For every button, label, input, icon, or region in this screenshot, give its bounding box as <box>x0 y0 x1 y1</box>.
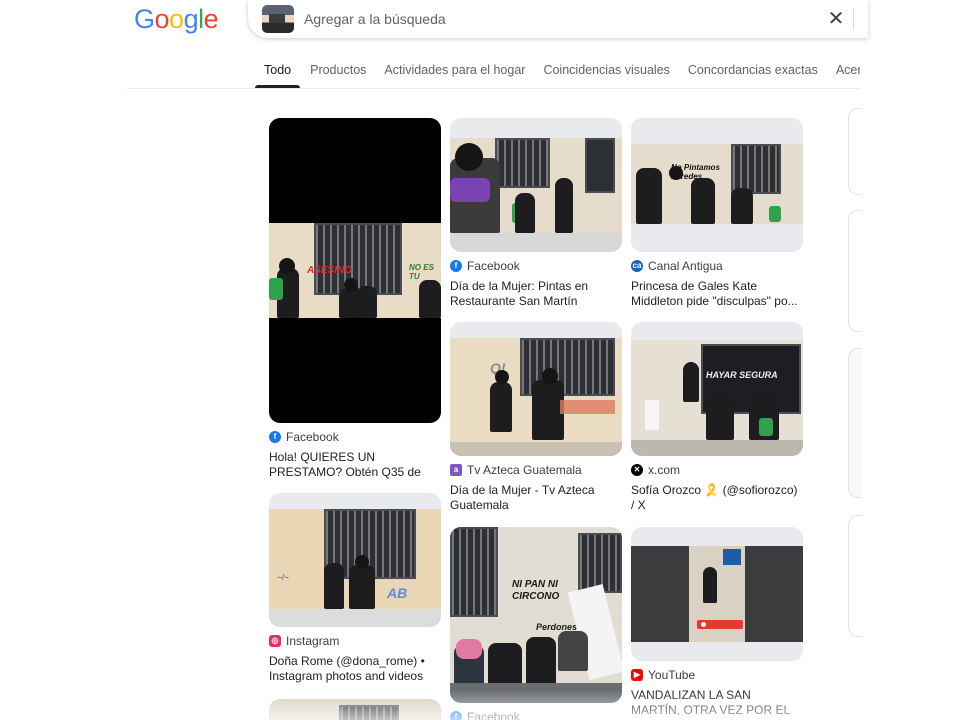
result-card[interactable]: NI PAN NI CIRCONO Perdones f Facebook <box>450 527 622 720</box>
result-image[interactable]: Q! <box>450 322 622 456</box>
result-card[interactable]: HAYAR SEGURA ✕ x.com Sofía Orozco 🎗️ (@s… <box>631 322 803 513</box>
tv-azteca-icon: a <box>450 464 462 476</box>
facebook-icon: f <box>450 711 462 720</box>
source-name: Facebook <box>467 259 520 273</box>
tab-acerca[interactable]: Acerca d <box>836 56 860 88</box>
canal-antigua-icon: ca <box>631 260 643 272</box>
result-source[interactable]: ca Canal Antigua <box>631 259 803 273</box>
result-image[interactable]: ASESINO NO ES TU <box>269 118 441 423</box>
graffiti-mark: ~/~ <box>277 573 289 582</box>
logo-letter: o <box>169 4 184 34</box>
tab-actividades[interactable]: Actividades para el hogar <box>384 56 525 88</box>
side-panel-card[interactable] <box>848 210 862 332</box>
logo-letter: g <box>183 4 199 34</box>
result-source[interactable]: ✕ x.com <box>631 463 803 477</box>
result-card[interactable] <box>269 699 441 720</box>
result-image[interactable]: HAYAR SEGURA <box>631 322 803 456</box>
source-name: Instagram <box>286 634 340 648</box>
close-icon[interactable]: ✕ <box>826 9 846 29</box>
logo-letter: G <box>134 4 155 34</box>
result-image[interactable] <box>450 118 622 252</box>
search-input[interactable] <box>304 11 784 27</box>
tab-todo[interactable]: Todo <box>255 56 301 88</box>
source-name: Tv Azteca Guatemala <box>467 463 582 477</box>
graffiti-text: NO ES TU <box>409 263 434 281</box>
source-name: Canal Antigua <box>648 259 723 273</box>
result-source[interactable]: f Facebook <box>450 710 622 720</box>
result-card[interactable]: No Pintamos Paredes ca Canal Antigua Pri… <box>631 118 803 309</box>
graffiti-text: ASESINO <box>307 265 353 276</box>
result-image[interactable] <box>631 527 803 661</box>
result-source[interactable]: f Facebook <box>269 430 441 444</box>
graffiti-text: AB <box>387 585 408 601</box>
result-title[interactable]: Doña Rome (@dona_rome) • Instagram photo… <box>269 654 441 684</box>
tab-coincidencias-visuales[interactable]: Coincidencias visuales <box>543 56 669 88</box>
tab-productos[interactable]: Productos <box>310 56 366 88</box>
youtube-icon: ▶ <box>631 669 643 681</box>
result-title[interactable]: Hola! QUIERES UN PRESTAMO? Obtén Q35 de … <box>269 450 441 480</box>
result-title[interactable]: Día de la Mujer - Tv Azteca Guatemala <box>450 483 622 513</box>
side-panel-card[interactable] <box>848 108 862 195</box>
graffiti-text: HAYAR SEGURA <box>706 370 778 380</box>
result-card[interactable]: ASESINO NO ES TU f Facebook Hola! QUIERE… <box>269 118 441 480</box>
result-title[interactable]: Princesa de Gales Kate Middleton pide "d… <box>631 279 803 309</box>
result-source[interactable]: ◎ Instagram <box>269 634 441 648</box>
result-image[interactable]: AB ~/~ <box>269 493 441 627</box>
result-title[interactable]: VANDALIZAN LA SAN MARTÍN, OTRA VEZ POR E… <box>631 688 803 718</box>
facebook-icon: f <box>450 260 462 272</box>
search-bar[interactable]: ✕ <box>248 0 868 38</box>
result-image[interactable]: NI PAN NI CIRCONO Perdones <box>450 527 622 703</box>
result-card[interactable]: ▶ YouTube VANDALIZAN LA SAN MARTÍN, OTRA… <box>631 527 803 718</box>
result-card[interactable]: AB ~/~ ◎ Instagram Doña Rome (@dona_rome… <box>269 493 441 684</box>
tabs-divider <box>127 88 860 89</box>
source-name: Facebook <box>467 710 520 720</box>
result-title[interactable]: Día de la Mujer: Pintas en Restaurante S… <box>450 279 622 309</box>
search-divider <box>853 8 854 30</box>
result-title[interactable]: Sofía Orozco 🎗️ (@sofiorozco) / X <box>631 483 803 513</box>
side-panel-card[interactable] <box>848 348 862 498</box>
source-name: x.com <box>648 463 681 477</box>
instagram-icon: ◎ <box>269 635 281 647</box>
page: Google ✕ Todo Productos Actividades para… <box>0 0 960 720</box>
query-image-thumbnail[interactable] <box>262 5 294 33</box>
google-logo[interactable]: Google <box>134 4 219 35</box>
logo-letter: e <box>203 4 219 34</box>
side-panel-card[interactable] <box>848 515 862 637</box>
logo-letter: o <box>154 4 170 34</box>
result-source[interactable]: ▶ YouTube <box>631 668 803 682</box>
source-name: YouTube <box>648 668 696 682</box>
result-image[interactable]: No Pintamos Paredes <box>631 118 803 252</box>
result-source[interactable]: f Facebook <box>450 259 622 273</box>
facebook-icon: f <box>269 431 281 443</box>
result-source[interactable]: a Tv Azteca Guatemala <box>450 463 622 477</box>
tab-concordancias-exactas[interactable]: Concordancias exactas <box>688 56 818 88</box>
source-name: Facebook <box>286 430 339 444</box>
tabs-bar: Todo Productos Actividades para el hogar… <box>255 56 860 88</box>
result-image[interactable] <box>269 699 441 720</box>
x-icon: ✕ <box>631 464 643 476</box>
result-card[interactable]: Q! a Tv Azteca Guatemala Día de la Mujer… <box>450 322 622 513</box>
result-card[interactable]: f Facebook Día de la Mujer: Pintas en Re… <box>450 118 622 309</box>
graffiti-text: NI PAN NI CIRCONO <box>512 579 560 602</box>
